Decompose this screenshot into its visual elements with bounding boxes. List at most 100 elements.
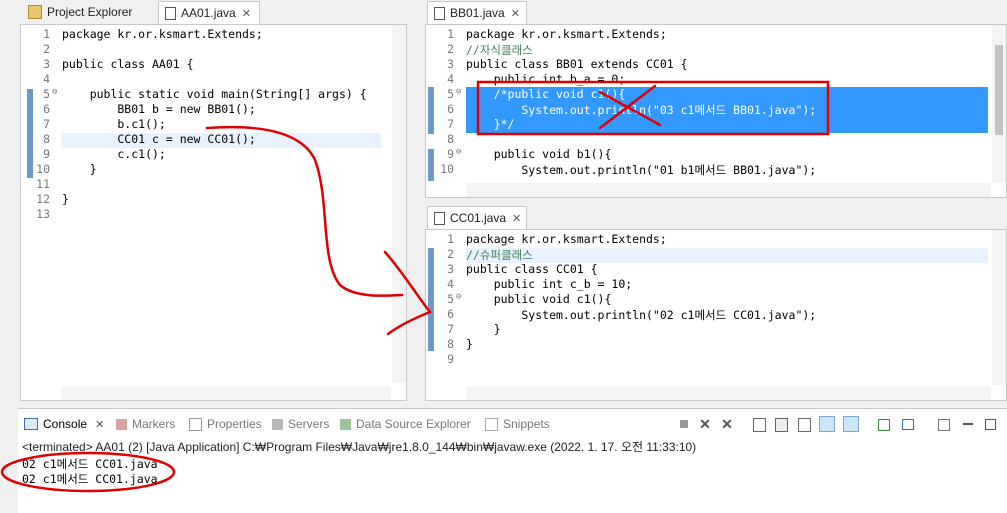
tab-properties[interactable]: Properties	[189, 416, 262, 432]
fold-toggle-icon[interactable]: ⊖	[456, 292, 461, 302]
code-line: }	[62, 162, 97, 176]
line-number: 8	[447, 132, 454, 146]
tab-data-source-label: Data Source Explorer	[356, 417, 471, 431]
close-icon[interactable]: ✕	[242, 7, 251, 20]
tab-project-explorer[interactable]: Project Explorer	[22, 1, 156, 23]
close-icon[interactable]: ✕	[512, 212, 521, 225]
code-line: }	[466, 322, 501, 336]
code-line: public class AA01 {	[62, 57, 194, 71]
line-number: 5	[43, 87, 50, 101]
tab-console[interactable]: Console ✕	[24, 416, 104, 432]
vertical-scrollbar[interactable]	[392, 25, 406, 383]
markers-icon	[116, 418, 127, 430]
code-line: public class CC01 {	[466, 262, 598, 276]
line-number: 1	[447, 232, 454, 246]
java-file-icon	[165, 6, 176, 20]
line-number: 9	[447, 352, 454, 366]
show-on-error-button[interactable]	[843, 416, 859, 432]
close-icon[interactable]: ✕	[511, 7, 520, 20]
fold-toggle-icon[interactable]: ⊖	[456, 147, 461, 157]
tab-snippets-label: Snippets	[503, 417, 550, 431]
code-line: package kr.or.ksmart.Extends;	[62, 27, 263, 41]
scroll-lock-button[interactable]	[773, 416, 789, 432]
tab-bb01-label: BB01.java	[450, 6, 505, 20]
line-number: 12	[36, 192, 50, 206]
code-line: package kr.or.ksmart.Extends;	[466, 232, 667, 246]
console-status: <terminated> AA01 (2) [Java Application]…	[22, 440, 697, 454]
code-line: public void c1(){	[466, 292, 612, 306]
package-explorer-icon	[28, 5, 42, 19]
pin-console-button[interactable]	[875, 416, 891, 432]
code-line: }	[466, 337, 473, 351]
line-number: 7	[447, 322, 454, 336]
open-console-button[interactable]	[935, 416, 951, 432]
tab-markers[interactable]: Markers	[116, 416, 175, 432]
tab-snippets[interactable]: Snippets	[485, 416, 550, 432]
code-line: System.out.println("01 b1메서드 BB01.java")…	[466, 163, 817, 177]
word-wrap-button[interactable]	[796, 416, 812, 432]
line-number: 1	[447, 27, 454, 41]
fold-toggle-icon[interactable]: ⊖	[456, 87, 461, 97]
clear-console-button[interactable]	[751, 416, 767, 432]
tab-bb01[interactable]: BB01.java ✕	[427, 1, 527, 24]
line-number: 10	[440, 162, 454, 176]
line-number: 2	[43, 42, 50, 56]
remove-all-button[interactable]: ✕	[719, 416, 735, 432]
line-number: 6	[447, 102, 454, 116]
aa01-editor[interactable]	[20, 24, 407, 401]
horizontal-scrollbar[interactable]	[466, 386, 991, 400]
code-line: c.c1();	[62, 147, 166, 161]
tab-servers-label: Servers	[288, 417, 330, 431]
tab-aa01[interactable]: AA01.java ✕	[158, 1, 260, 24]
code-line: CC01 c = new CC01();	[62, 132, 256, 146]
line-number: 8	[43, 132, 50, 146]
maximize-button[interactable]	[982, 416, 998, 432]
properties-icon	[189, 417, 202, 431]
code-line: package kr.or.ksmart.Extends;	[466, 27, 667, 41]
code-comment: //자식클래스	[466, 43, 533, 57]
code-line-selected: /*public void c1(){	[466, 87, 626, 101]
code-line: public int b_a = 0;	[466, 72, 626, 86]
code-line: public class BB01 extends CC01 {	[466, 57, 688, 71]
line-number: 9	[447, 147, 454, 161]
line-number: 7	[447, 117, 454, 131]
terminate-button[interactable]	[676, 416, 692, 432]
current-line-highlight	[466, 248, 988, 263]
java-file-icon	[434, 6, 445, 20]
tab-servers[interactable]: Servers	[272, 416, 329, 432]
remove-launch-button[interactable]: ✕	[697, 416, 713, 432]
tab-cc01[interactable]: CC01.java ✕	[427, 206, 527, 229]
line-number: 9	[43, 147, 50, 161]
code-comment: //슈퍼클래스	[466, 248, 533, 262]
console-output-line: 02 c1메서드 CC01.java	[22, 472, 158, 486]
close-icon[interactable]: ✕	[95, 418, 104, 431]
vertical-scrollbar[interactable]	[992, 230, 1006, 385]
vertical-scrollbar[interactable]	[992, 25, 1006, 183]
code-line: public int c_b = 10;	[466, 277, 633, 291]
line-number: 8	[447, 337, 454, 351]
code-line: BB01 b = new BB01();	[62, 102, 256, 116]
line-number: 5	[447, 292, 454, 306]
line-number: 2	[447, 42, 454, 56]
display-console-button[interactable]	[899, 416, 915, 432]
code-line: b.c1();	[62, 117, 166, 131]
tab-cc01-label: CC01.java	[450, 211, 507, 225]
line-number: 11	[36, 177, 50, 191]
tab-properties-label: Properties	[207, 417, 262, 431]
show-on-output-button[interactable]	[819, 416, 835, 432]
console-icon	[24, 418, 38, 430]
horizontal-scrollbar[interactable]	[466, 183, 991, 197]
fold-toggle-icon[interactable]: ⊖	[52, 87, 57, 97]
line-number: 3	[447, 262, 454, 276]
horizontal-scrollbar[interactable]	[61, 386, 391, 400]
java-file-icon	[434, 211, 445, 225]
line-number: 4	[43, 72, 50, 86]
line-number: 3	[43, 57, 50, 71]
line-number: 10	[36, 162, 50, 176]
minimize-button[interactable]	[960, 416, 976, 432]
tab-data-source-explorer[interactable]: Data Source Explorer	[340, 416, 471, 432]
code-line: System.out.println("02 c1메서드 CC01.java")…	[466, 308, 817, 322]
line-number: 4	[447, 72, 454, 86]
line-number: 4	[447, 277, 454, 291]
line-number: 2	[447, 247, 454, 261]
